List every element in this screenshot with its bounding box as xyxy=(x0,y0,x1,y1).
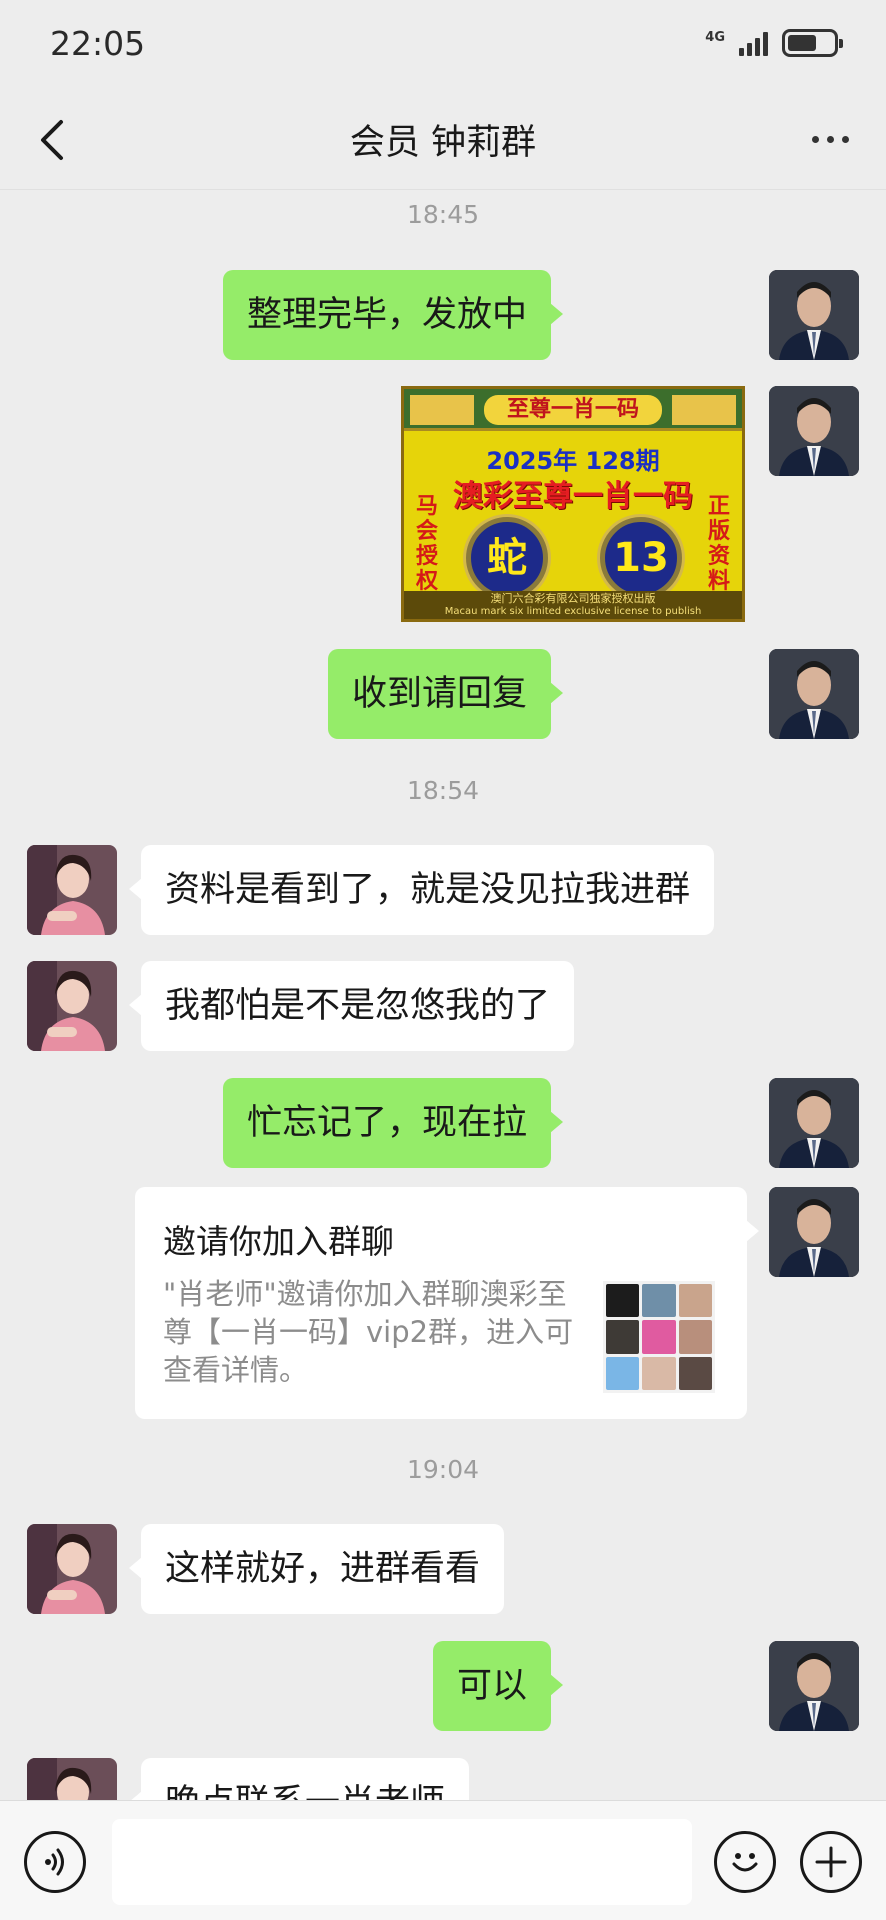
my-avatar[interactable] xyxy=(769,1187,859,1277)
received-message[interactable]: 这样就好，进群看看 xyxy=(128,1524,505,1614)
timestamp: 18:54 xyxy=(406,776,480,805)
voice-icon xyxy=(45,1848,64,1876)
sent-message[interactable]: 收到请回复 xyxy=(327,649,564,739)
image-left-text: 马会授权 xyxy=(415,494,438,594)
received-message[interactable]: 我都怕是不是忽悠我的了 xyxy=(128,961,575,1051)
invite-description: "肖老师"邀请你加入群聊澳彩至尊【一肖一码】vip2群，进入可查看详情。 xyxy=(163,1277,574,1387)
image-number: 13 xyxy=(600,517,682,599)
received-message[interactable]: 晚点联系一肖老师 xyxy=(128,1758,470,1800)
group-thumbnail xyxy=(603,1281,715,1393)
sent-message[interactable]: 可以 xyxy=(432,1641,564,1731)
my-avatar[interactable] xyxy=(769,386,859,476)
chat-title: 会员 钟莉群 xyxy=(349,123,537,163)
invite-title: 邀请你加入群聊 xyxy=(163,1222,394,1261)
image-right-text: 正版资料 xyxy=(707,494,730,594)
image-corner-badge xyxy=(672,395,736,425)
my-avatar[interactable] xyxy=(769,1078,859,1168)
my-avatar[interactable] xyxy=(769,270,859,360)
my-avatar[interactable] xyxy=(769,1641,859,1731)
my-avatar[interactable] xyxy=(769,649,859,739)
emoji-button[interactable] xyxy=(714,1831,776,1893)
image-corner-badge xyxy=(410,395,474,425)
contact-avatar[interactable] xyxy=(27,1524,117,1614)
received-message[interactable]: 资料是看到了，就是没见拉我进群 xyxy=(128,845,715,935)
network-type: 4G xyxy=(705,29,725,45)
image-message[interactable]: 至尊一肖一码 2025年 128期 澳彩至尊一肖一码 马会授权 正版资料 蛇 1… xyxy=(401,386,745,622)
signal-icon xyxy=(739,30,768,56)
voice-button[interactable] xyxy=(24,1831,86,1893)
image-brand: 澳彩至尊一肖一码 xyxy=(453,479,693,514)
status-bar: 22:05 4G xyxy=(0,0,886,90)
contact-avatar[interactable] xyxy=(27,961,117,1051)
contact-avatar[interactable] xyxy=(27,845,117,935)
emoji-icon xyxy=(732,1853,758,1872)
input-bar xyxy=(0,1800,886,1920)
group-invite-card[interactable]: 邀请你加入群聊 "肖老师"邀请你加入群聊澳彩至尊【一肖一码】vip2群，进入可查… xyxy=(135,1187,759,1419)
message-input[interactable] xyxy=(112,1819,692,1905)
image-footer-cn: 澳门六合彩有限公司独家授权出版 xyxy=(490,592,656,605)
image-footer-en: Macau mark six limited exclusive license… xyxy=(444,606,702,617)
image-top-title: 至尊一肖一码 xyxy=(484,395,662,425)
sent-message[interactable]: 整理完毕，发放中 xyxy=(222,270,564,360)
battery-icon xyxy=(782,29,843,57)
contact-avatar[interactable] xyxy=(27,1758,117,1800)
more-button[interactable] xyxy=(800,114,860,164)
image-footer: 澳门六合彩有限公司独家授权出版 Macau mark six limited e… xyxy=(404,591,742,619)
timestamp: 18:45 xyxy=(406,200,480,229)
title-bar: 会员 钟莉群 xyxy=(0,90,886,190)
status-time: 22:05 xyxy=(50,24,146,63)
plus-button[interactable] xyxy=(800,1831,862,1893)
timestamp: 19:04 xyxy=(406,1455,480,1484)
more-dots-icon xyxy=(811,135,819,143)
image-zodiac: 蛇 xyxy=(466,517,548,599)
status-icons: 4G xyxy=(705,26,843,60)
plus-icon xyxy=(815,1846,847,1878)
sent-message[interactable]: 忙忘记了，现在拉 xyxy=(222,1078,564,1168)
chat-area[interactable]: 18:45 整理完毕，发放中 至尊一肖一码 2025年 128期 澳彩至尊一肖一… xyxy=(0,190,886,1800)
